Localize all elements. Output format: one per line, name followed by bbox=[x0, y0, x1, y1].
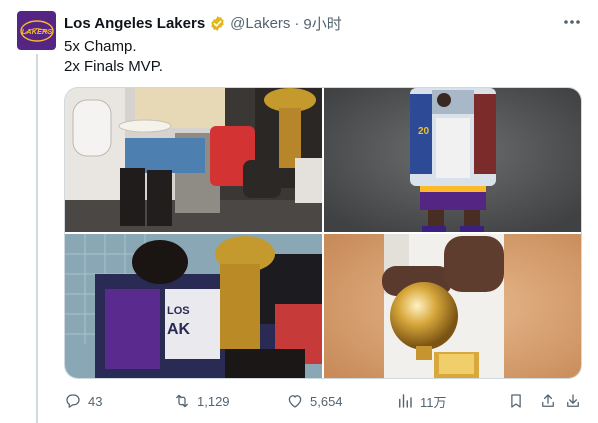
airplane-photo-illustration bbox=[65, 88, 322, 232]
awards-portrait-illustration: 20 bbox=[324, 88, 581, 232]
reply-button[interactable]: 43 bbox=[64, 390, 102, 412]
download-icon bbox=[567, 394, 579, 407]
separator-dot: · bbox=[294, 14, 300, 32]
hands-on-trophy-illustration bbox=[324, 234, 581, 378]
verified-badge-icon[interactable] bbox=[209, 15, 226, 32]
like-button[interactable]: 5,654 bbox=[286, 390, 343, 412]
avatar[interactable]: LAKERS bbox=[17, 11, 56, 50]
download-button[interactable] bbox=[564, 390, 582, 412]
jersey-number: 20 bbox=[418, 126, 430, 137]
like-icon bbox=[288, 395, 302, 408]
tweet-header: Los Angeles Lakers @Lakers · 9小时 bbox=[64, 13, 342, 33]
embracing-trophy-illustration: LOS AK bbox=[65, 234, 322, 378]
lakers-logo-icon: LAKERS bbox=[19, 19, 54, 42]
tweet-text: 5x Champ. 2x Finals MVP. bbox=[64, 37, 163, 77]
photo-embracing-trophy[interactable]: LOS AK bbox=[65, 234, 322, 378]
tweet-text-line: 5x Champ. bbox=[64, 38, 137, 55]
jacket-text: AK bbox=[167, 321, 191, 338]
views-button[interactable]: 11万 bbox=[396, 390, 447, 412]
more-button[interactable] bbox=[561, 13, 583, 31]
avatar-logo-text: LAKERS bbox=[21, 27, 52, 36]
share-button[interactable] bbox=[539, 390, 557, 412]
tweet[interactable]: LAKERS Los Angeles Lakers @Lakers · 9小时 … bbox=[0, 0, 598, 423]
retweet-button[interactable]: 1,129 bbox=[173, 390, 230, 412]
bookmark-icon bbox=[511, 394, 521, 408]
like-count: 5,654 bbox=[310, 393, 343, 409]
more-horizontal-icon bbox=[564, 20, 580, 24]
bookmark-button[interactable] bbox=[507, 390, 525, 412]
display-name[interactable]: Los Angeles Lakers bbox=[64, 15, 205, 32]
photo-hands-on-trophy[interactable] bbox=[324, 234, 581, 378]
reply-icon bbox=[66, 394, 80, 408]
photo-awards-portrait[interactable]: 20 bbox=[324, 88, 581, 232]
action-bar: 43 1,129 5,654 11万 bbox=[64, 390, 584, 412]
thread-line bbox=[36, 54, 38, 423]
timestamp[interactable]: 9小时 bbox=[303, 13, 341, 34]
tweet-text-line: 2x Finals MVP. bbox=[64, 58, 163, 75]
share-icon bbox=[542, 394, 554, 407]
photo-airplane[interactable] bbox=[65, 88, 322, 232]
views-count: 11万 bbox=[420, 394, 447, 410]
media-grid: 20 LOS AK bbox=[64, 87, 582, 379]
jacket-text: LOS bbox=[167, 305, 190, 317]
handle[interactable]: @Lakers bbox=[230, 15, 290, 32]
retweet-count: 1,129 bbox=[197, 393, 230, 409]
retweet-icon bbox=[176, 394, 188, 408]
views-icon bbox=[399, 394, 412, 408]
reply-count: 43 bbox=[88, 393, 103, 409]
